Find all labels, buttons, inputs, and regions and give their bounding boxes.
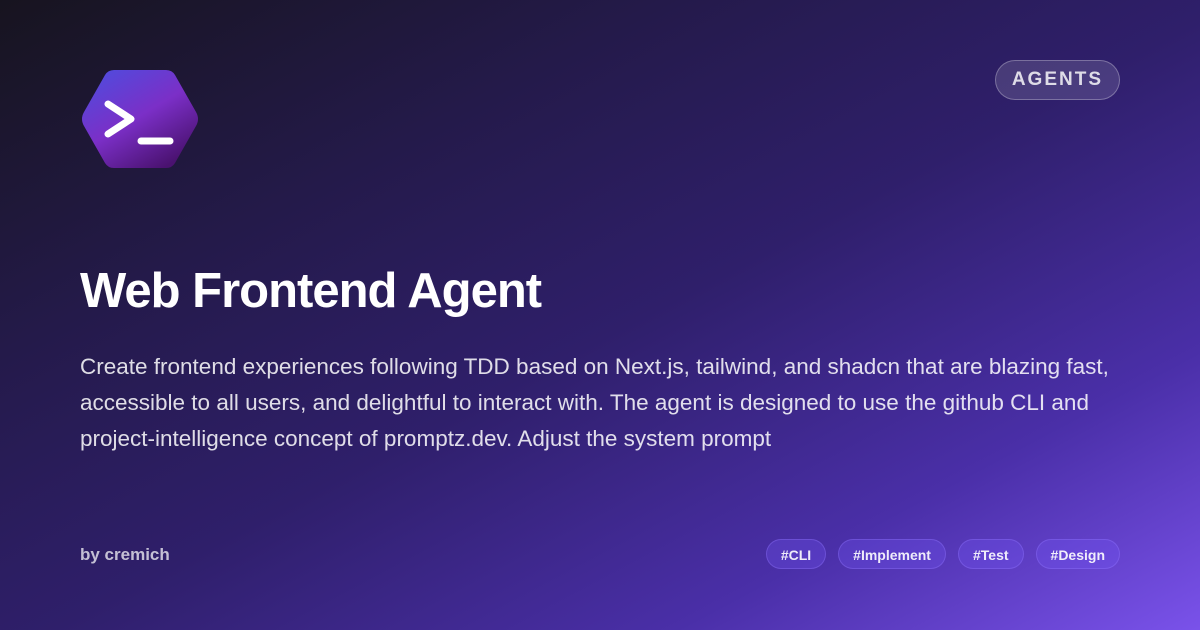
tag-cli[interactable]: #CLI — [765, 539, 827, 569]
tag-list: #CLI #Implement #Test #Design — [765, 539, 1120, 569]
social-card: AGENTS Web Frontend Agent Create fronten… — [0, 0, 1200, 630]
terminal-logo-icon — [82, 70, 198, 168]
category-badge[interactable]: AGENTS — [994, 60, 1120, 100]
author-byline: by cremich — [80, 545, 170, 564]
tag-design[interactable]: #Design — [1035, 539, 1120, 569]
page-title: Web Frontend Agent — [80, 264, 542, 318]
tag-implement[interactable]: #Implement — [838, 539, 946, 569]
tag-test[interactable]: #Test — [957, 539, 1024, 569]
agent-description: Create frontend experiences following TD… — [80, 354, 1109, 451]
